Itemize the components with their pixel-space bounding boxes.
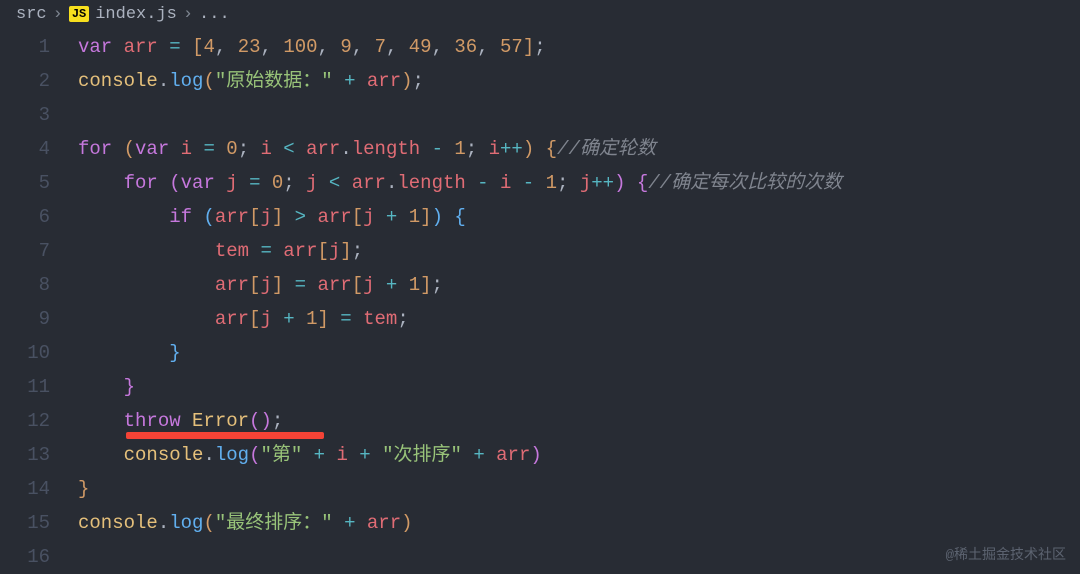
line-number: 7 (0, 234, 50, 268)
line-number-gutter: 1 2 3 4 5 6 7 8 9 10 11 12 13 14 15 16 (0, 30, 78, 574)
code-line[interactable]: for (var i = 0; i < arr.length - 1; i++)… (78, 132, 1080, 166)
code-line[interactable]: } (78, 370, 1080, 404)
code-line[interactable]: } (78, 472, 1080, 506)
code-editor[interactable]: 1 2 3 4 5 6 7 8 9 10 11 12 13 14 15 16 v… (0, 28, 1080, 574)
code-line[interactable]: if (arr[j] > arr[j + 1]) { (78, 200, 1080, 234)
line-number: 9 (0, 302, 50, 336)
code-line[interactable]: console.log("最终排序：" + arr) (78, 506, 1080, 540)
line-number: 13 (0, 438, 50, 472)
line-number: 6 (0, 200, 50, 234)
line-number: 11 (0, 370, 50, 404)
chevron-right-icon: › (53, 5, 63, 24)
line-number: 1 (0, 30, 50, 64)
code-line[interactable]: for (var j = 0; j < arr.length - i - 1; … (78, 166, 1080, 200)
code-line[interactable]: } (78, 336, 1080, 370)
code-line[interactable]: arr[j + 1] = tem; (78, 302, 1080, 336)
code-area[interactable]: var arr = [4, 23, 100, 9, 7, 49, 36, 57]… (78, 30, 1080, 574)
line-number: 16 (0, 540, 50, 574)
line-number: 3 (0, 98, 50, 132)
code-line[interactable] (78, 98, 1080, 132)
js-file-icon: JS (69, 6, 89, 22)
watermark-text: @稀土掘金技术社区 (946, 544, 1066, 564)
line-number: 8 (0, 268, 50, 302)
code-line[interactable]: tem = arr[j]; (78, 234, 1080, 268)
code-line[interactable]: var arr = [4, 23, 100, 9, 7, 49, 36, 57]… (78, 30, 1080, 64)
chevron-right-icon: › (183, 5, 193, 24)
line-number: 15 (0, 506, 50, 540)
code-line[interactable]: arr[j] = arr[j + 1]; (78, 268, 1080, 302)
line-number: 12 (0, 404, 50, 438)
breadcrumb[interactable]: src › JS index.js › ... (0, 0, 1080, 28)
breadcrumb-folder[interactable]: src (16, 5, 47, 24)
breadcrumb-file[interactable]: index.js (95, 5, 177, 24)
code-line[interactable]: console.log("原始数据：" + arr); (78, 64, 1080, 98)
code-line[interactable]: console.log("第" + i + "次排序" + arr) (78, 438, 1080, 472)
line-number: 10 (0, 336, 50, 370)
breadcrumb-symbol[interactable]: ... (199, 5, 230, 24)
line-number: 5 (0, 166, 50, 200)
line-number: 2 (0, 64, 50, 98)
line-number: 14 (0, 472, 50, 506)
highlight-underline (126, 432, 324, 439)
line-number: 4 (0, 132, 50, 166)
